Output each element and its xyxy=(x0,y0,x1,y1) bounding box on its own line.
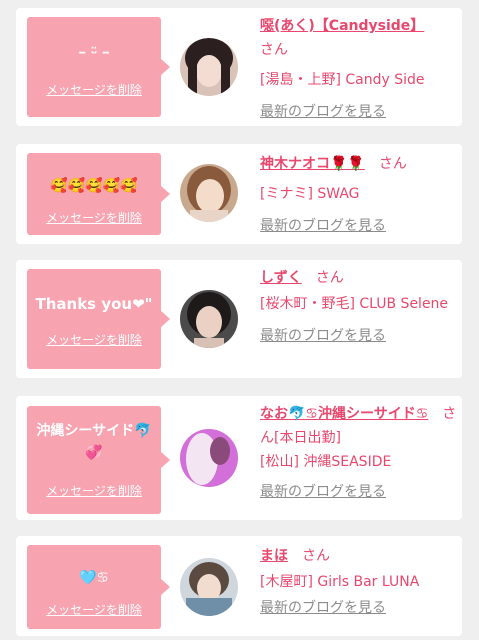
avatar[interactable] xyxy=(180,164,238,222)
delete-message-link[interactable]: メッセージを削除 xyxy=(27,81,161,98)
shop-label: [桜木町・野毛] CLUB Selene xyxy=(260,296,449,312)
message-text: 🥰🥰🥰🥰🥰 xyxy=(50,178,138,194)
honorific: さん xyxy=(378,156,407,172)
message-text: ｰ ᵕ̈ ｰ xyxy=(78,46,110,62)
delete-message-link[interactable]: メッセージを削除 xyxy=(27,209,161,226)
message-text: Thanks you❤︎" xyxy=(35,295,153,313)
message-bubble: ｰ ᵕ̈ ｰ メッセージを削除 xyxy=(27,17,170,117)
message-text: 沖縄シーサイド🐬💞 xyxy=(36,423,152,461)
girl-info: 神木ナオコ🌹🌹 さん [ミナミ] SWAG 最新のブログを見る xyxy=(260,152,458,238)
honorific: さん xyxy=(315,270,344,286)
girl-name-link[interactable]: なお🐬♋︎沖縄シーサイド♋︎ xyxy=(260,406,428,422)
favorites-list: ｰ ᵕ̈ ｰ メッセージを削除 噁(あく)【Candyside】 さん [湯島・… xyxy=(0,0,479,640)
delete-message-link[interactable]: メッセージを削除 xyxy=(27,601,161,618)
message-text: 🩵♋︎ xyxy=(79,570,109,586)
message-bubble: Thanks you❤︎" メッセージを削除 xyxy=(27,269,170,369)
latest-blog-link[interactable]: 最新のブログを見る xyxy=(260,484,386,500)
favorite-card: 🥰🥰🥰🥰🥰 メッセージを削除 神木ナオコ🌹🌹 さん [ミナミ] SWAG 最新の… xyxy=(16,144,462,244)
message-bubble: 沖縄シーサイド🐬💞 メッセージを削除 xyxy=(27,406,170,514)
avatar[interactable] xyxy=(180,290,238,348)
avatar[interactable] xyxy=(180,558,238,616)
girl-name-link[interactable]: まほ xyxy=(260,548,288,564)
delete-message-link[interactable]: メッセージを削除 xyxy=(27,331,161,348)
latest-blog-link[interactable]: 最新のブログを見る xyxy=(260,218,386,234)
latest-blog-link[interactable]: 最新のブログを見る xyxy=(260,104,386,120)
shop-label: [湯島・上野] Candy Side xyxy=(260,72,425,88)
avatar[interactable] xyxy=(180,38,238,96)
favorite-card: 🩵♋︎ メッセージを削除 まほ さん [木屋町] Girls Bar LUNA … xyxy=(16,536,462,636)
girl-info: しずく さん [桜木町・野毛] CLUB Selene 最新のブログを見る xyxy=(260,266,458,348)
honorific: さん xyxy=(260,42,288,58)
shop-label: [松山] 沖縄SEASIDE xyxy=(260,454,392,470)
favorite-card: 沖縄シーサイド🐬💞 メッセージを削除 なお🐬♋︎沖縄シーサイド♋︎ さん[本日出… xyxy=(16,396,462,520)
girl-info: まほ さん [木屋町] Girls Bar LUNA 最新のブログを見る xyxy=(260,544,458,620)
latest-blog-link[interactable]: 最新のブログを見る xyxy=(260,600,386,616)
message-bubble: 🩵♋︎ メッセージを削除 xyxy=(27,545,170,629)
favorite-card: Thanks you❤︎" メッセージを削除 しずく さん [桜木町・野毛] C… xyxy=(16,260,462,378)
delete-message-link[interactable]: メッセージを削除 xyxy=(27,482,161,499)
girl-info: 噁(あく)【Candyside】 さん [湯島・上野] Candy Side 最… xyxy=(260,14,458,124)
girl-name-link[interactable]: 噁(あく)【Candyside】 xyxy=(260,18,424,34)
avatar[interactable] xyxy=(180,429,238,487)
shop-label: [ミナミ] SWAG xyxy=(260,186,360,202)
girl-info: なお🐬♋︎沖縄シーサイド♋︎ さん[本日出勤] [松山] 沖縄SEASIDE 最… xyxy=(260,402,458,504)
latest-blog-link[interactable]: 最新のブログを見る xyxy=(260,328,386,344)
shop-label: [木屋町] Girls Bar LUNA xyxy=(260,574,420,590)
message-bubble: 🥰🥰🥰🥰🥰 メッセージを削除 xyxy=(27,153,170,235)
girl-name-link[interactable]: 神木ナオコ🌹🌹 xyxy=(260,156,365,172)
girl-name-link[interactable]: しずく xyxy=(260,270,302,286)
favorite-card: ｰ ᵕ̈ ｰ メッセージを削除 噁(あく)【Candyside】 さん [湯島・… xyxy=(16,8,462,126)
honorific: さん xyxy=(302,548,330,564)
